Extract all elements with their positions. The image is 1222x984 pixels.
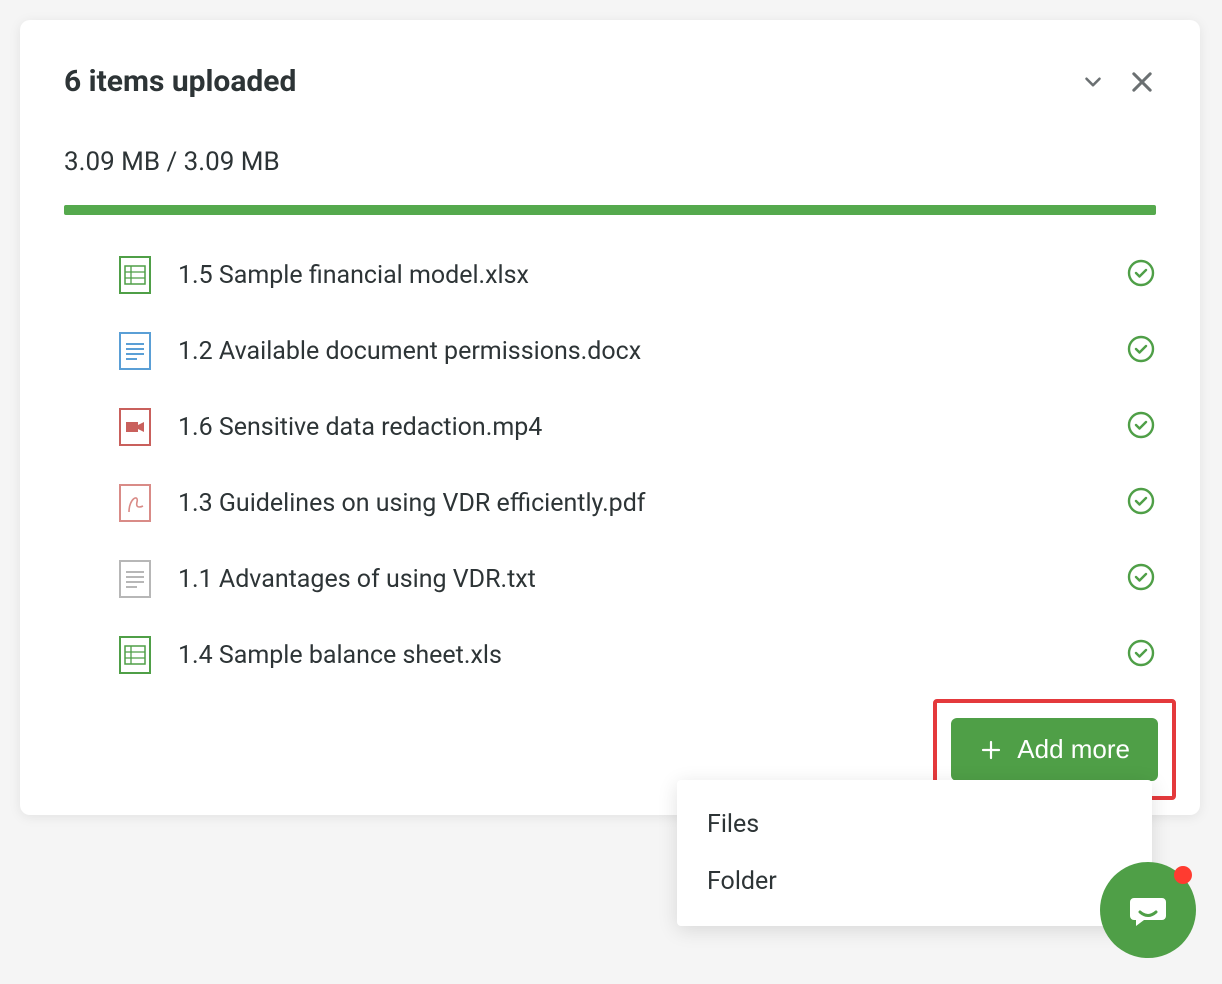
chat-widget-button[interactable] [1100,862,1196,958]
close-button[interactable] [1128,68,1156,96]
spreadsheet-icon [118,635,152,675]
progress-text: 3.09 MB / 3.09 MB [64,147,1156,177]
add-more-menu: Files Folder [677,780,1152,926]
close-icon [1128,68,1156,96]
success-check-icon [1126,562,1156,596]
chat-icon [1124,886,1172,934]
video-icon [118,407,152,447]
pdf-icon [118,483,152,523]
file-row: 1.6 Sensitive data redaction.mp4 [118,407,1156,447]
file-name: 1.3 Guidelines on using VDR efficiently.… [178,489,1126,518]
progress-bar [64,205,1156,215]
file-row: 1.4 Sample balance sheet.xls [118,635,1156,675]
upload-panel: 6 items uploaded 3.09 MB / 3.09 MB 1.5 S… [20,20,1200,815]
document-icon [118,331,152,371]
text-icon [118,559,152,599]
file-name: 1.1 Advantages of using VDR.txt [178,565,1126,594]
success-check-icon [1126,334,1156,368]
add-more-label: Add more [1017,734,1130,765]
file-name: 1.6 Sensitive data redaction.mp4 [178,413,1126,442]
file-name: 1.4 Sample balance sheet.xls [178,641,1126,670]
spreadsheet-icon [118,255,152,295]
file-row: 1.1 Advantages of using VDR.txt [118,559,1156,599]
header-actions [1080,68,1156,96]
plus-icon [979,738,1003,762]
add-more-button[interactable]: Add more [951,718,1158,781]
file-row: 1.5 Sample financial model.xlsx [118,255,1156,295]
collapse-button[interactable] [1080,69,1106,95]
success-check-icon [1126,258,1156,292]
menu-item-files[interactable]: Files [677,796,1152,853]
file-row: 1.3 Guidelines on using VDR efficiently.… [118,483,1156,523]
menu-item-folder[interactable]: Folder [677,853,1152,910]
file-list: 1.5 Sample financial model.xlsx 1.2 Avai… [64,255,1156,675]
panel-title: 6 items uploaded [64,64,296,99]
panel-header: 6 items uploaded [64,64,1156,99]
file-row: 1.2 Available document permissions.docx [118,331,1156,371]
file-name: 1.2 Available document permissions.docx [178,337,1126,366]
chevron-down-icon [1080,69,1106,95]
file-name: 1.5 Sample financial model.xlsx [178,261,1126,290]
notification-dot-icon [1174,866,1192,884]
success-check-icon [1126,486,1156,520]
success-check-icon [1126,410,1156,444]
success-check-icon [1126,638,1156,672]
